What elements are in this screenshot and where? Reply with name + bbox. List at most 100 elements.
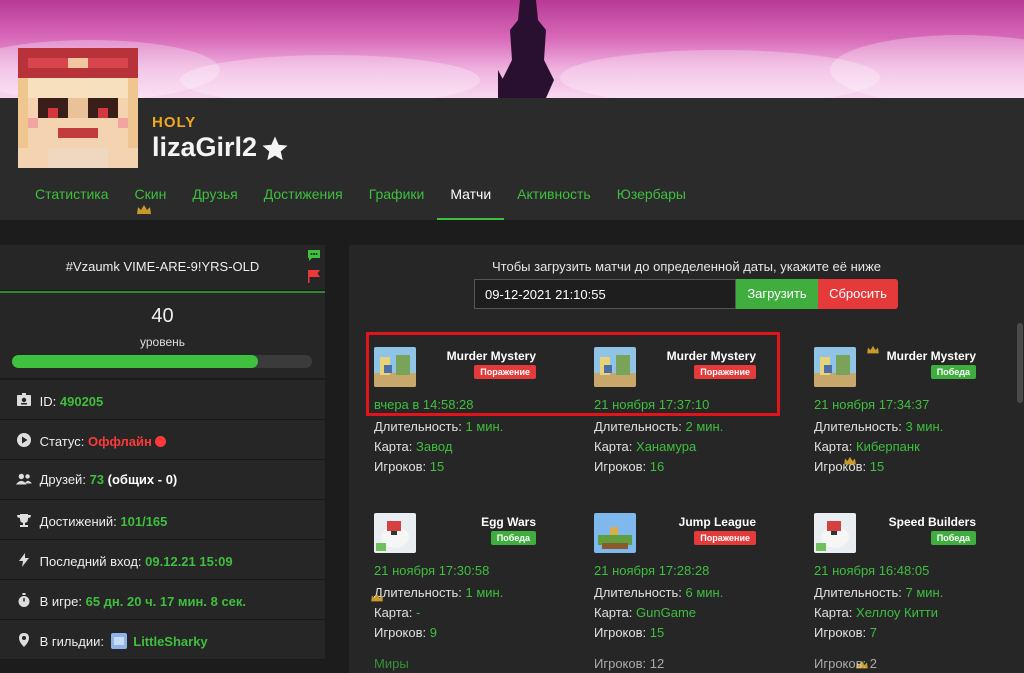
- map-value: GunGame: [636, 605, 697, 620]
- map-value: Ханамура: [636, 439, 697, 454]
- duration-value: 2 мин.: [685, 419, 724, 434]
- offline-dot-icon: [155, 436, 167, 447]
- tab-statistics[interactable]: Статистика: [22, 176, 122, 220]
- match-time: 21 ноября 17:34:37: [814, 397, 930, 412]
- duration-value: 7 мин.: [905, 585, 944, 600]
- date-input[interactable]: [474, 279, 736, 309]
- game-thumbnail: [374, 513, 416, 553]
- result-badge: Победа: [490, 531, 536, 545]
- match-card[interactable]: Jump League Поражение 21 ноября 17:28:28 Дл…: [570, 495, 770, 655]
- player-info-panel: #Vzaumk VIME-ARE-9!YRS-OLD 40 уровень ID…: [0, 245, 325, 673]
- map-label: Карта:: [814, 605, 853, 620]
- result-badge: Поражение: [694, 531, 756, 545]
- scrollbar-thumb[interactable]: [1017, 323, 1023, 403]
- game-thumbnail: [374, 347, 416, 387]
- tab-friends[interactable]: Друзья: [179, 176, 250, 220]
- id-card-icon: [17, 393, 31, 406]
- match-card[interactable]: Murder Mystery Поражение вчера в 14:58:28 Д…: [350, 329, 550, 489]
- game-thumbnail: [594, 513, 636, 553]
- friends-value[interactable]: 73: [90, 472, 104, 487]
- match-map: Карта: Ханамура: [594, 439, 696, 454]
- players-value: 15: [429, 459, 445, 474]
- crown-icon: [371, 593, 383, 602]
- match-duration: Длительность: 3 мин.: [814, 419, 943, 434]
- lightning-icon: [19, 553, 29, 567]
- players-value: 9: [429, 625, 437, 640]
- result-badge: Поражение: [474, 365, 536, 379]
- report-flag-icon[interactable]: [307, 269, 321, 283]
- players-label: Игроков:: [594, 459, 647, 474]
- match-card[interactable]: Murder Mystery Поражение 21 ноября 17:37:1…: [570, 329, 770, 489]
- play-circle-icon: [17, 433, 31, 447]
- crown-icon: [867, 345, 879, 354]
- match-duration: Длительность: 1 мин.: [374, 585, 503, 600]
- id-label: ID:: [39, 394, 57, 409]
- match-map: Карта: Киберпанк: [814, 439, 920, 454]
- users-icon: [16, 473, 32, 485]
- tab-achievements[interactable]: Достижения: [251, 176, 356, 220]
- info-row-status: Статус: Оффлайн: [0, 420, 325, 460]
- level-block: 40 уровень: [0, 291, 325, 379]
- friends-common: (общих - 0): [107, 472, 178, 488]
- info-row-achievements: Достижений: 101/165: [0, 500, 325, 540]
- guild-emblem-icon: [110, 633, 127, 649]
- trophy-icon: [17, 514, 31, 527]
- match-players: Игроков: 7: [814, 625, 877, 640]
- map-value: Киберпанк: [856, 439, 920, 454]
- profile-banner: [0, 0, 1024, 98]
- achievements-value: 101/165: [120, 514, 168, 529]
- duration-label: Длительность:: [814, 419, 902, 434]
- match-duration: Длительность: 2 мин.: [594, 419, 723, 434]
- match-time: 21 ноября 17:30:58: [374, 563, 490, 578]
- match-players: Игроков: 9: [374, 625, 437, 640]
- stopwatch-icon: [18, 593, 30, 607]
- result-badge: Победа: [930, 365, 976, 379]
- map-label: Карта:: [594, 439, 633, 454]
- comment-icon[interactable]: [307, 249, 321, 262]
- tab-activity[interactable]: Активность: [504, 176, 604, 220]
- load-button[interactable]: Загрузить: [736, 279, 818, 309]
- info-row-friends: Друзей: 73 (общих - 0): [0, 460, 325, 500]
- friends-label: Друзей:: [39, 472, 86, 488]
- info-row-guild: В гильдии: LittleSharky: [0, 620, 325, 660]
- crown-icon: [136, 205, 151, 214]
- guild-value[interactable]: LittleSharky: [133, 634, 207, 649]
- players-label: Игроков:: [814, 625, 867, 640]
- result-badge: Победа: [930, 531, 976, 545]
- map-label: Карта:: [374, 605, 413, 620]
- info-row-last-login: Последний вход: 09.12.21 15:09: [0, 540, 325, 580]
- game-thumbnail: [594, 347, 636, 387]
- guild-label: В гильдии:: [39, 634, 104, 649]
- players-value: 16: [649, 459, 665, 474]
- map-label: Карта:: [374, 439, 413, 454]
- reset-button[interactable]: Сбросить: [818, 279, 898, 309]
- duration-value: 3 мин.: [905, 419, 944, 434]
- tab-skin[interactable]: Скин: [122, 176, 180, 220]
- map-value: -: [416, 605, 421, 620]
- tab-userbars[interactable]: Юзербары: [604, 176, 699, 220]
- match-time: вчера в 14:58:28: [374, 397, 474, 412]
- match-duration: Длительность: 6 мин.: [594, 585, 723, 600]
- players-label: Игроков:: [814, 459, 867, 474]
- match-duration: Длительность: 1 мин.: [374, 419, 503, 434]
- last-login-value: 09.12.21 15:09: [145, 554, 233, 569]
- duration-value: 1 мин.: [465, 585, 504, 600]
- tab-matches[interactable]: Матчи: [437, 176, 505, 220]
- match-card[interactable]: Speed Builders Победа 21 ноября 16:48:05 Дл…: [790, 495, 990, 655]
- status-label: Статус:: [39, 434, 85, 449]
- match-players: Игроков: 16: [594, 459, 664, 474]
- match-duration: Длительность: 7 мин.: [814, 585, 943, 600]
- game-name: Murder Mystery: [666, 349, 756, 363]
- match-card[interactable]: Murder Mystery Победа 21 ноября 17:34:37 Дл…: [790, 329, 990, 489]
- tab-skin-label: Скин: [134, 186, 167, 202]
- level-number: 40: [151, 305, 174, 327]
- match-map: Карта: -: [374, 605, 420, 620]
- duration-label: Длительность:: [594, 419, 682, 434]
- favorite-star-icon[interactable]: [260, 134, 290, 164]
- partial-players: Игроков: 12: [594, 656, 665, 671]
- date-hint: Чтобы загрузить матчи до определенной да…: [492, 259, 881, 274]
- duration-label: Длительность:: [374, 585, 462, 600]
- match-card[interactable]: Egg Wars Победа 21 ноября 17:30:58 Длительн…: [350, 495, 550, 655]
- tab-graphs[interactable]: Графики: [356, 176, 438, 220]
- info-row-ingame: В игре: 65 дн. 20 ч. 17 мин. 8 сек.: [0, 580, 325, 620]
